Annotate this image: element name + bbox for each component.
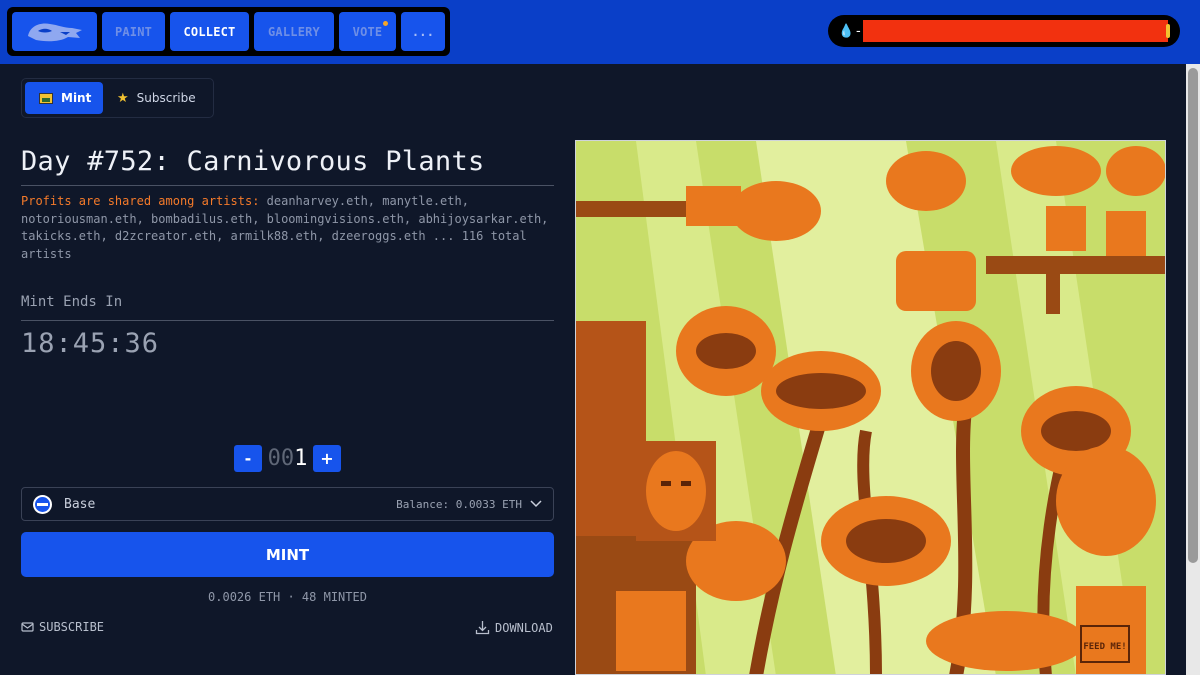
profits-label: Profits are shared among artists: xyxy=(21,194,260,208)
chevron-down-icon xyxy=(530,500,542,508)
star-icon: ★ xyxy=(117,90,129,106)
top-bar: PAINT COLLECT GALLERY VOTE ... 💧 - xyxy=(0,0,1200,64)
quantity-value[interactable]: 001 xyxy=(262,446,313,471)
nav-vote-label: VOTE xyxy=(352,24,383,39)
profits-text: Profits are shared among artists: deanha… xyxy=(21,193,554,264)
artwork-illustration: FEED ME! xyxy=(576,141,1165,674)
tab-mint-label: Mint xyxy=(61,91,92,105)
tab-mint[interactable]: Mint xyxy=(25,82,103,114)
subscribe-link[interactable]: SUBSCRIBE xyxy=(21,620,104,634)
mode-tabs: Mint ★ Subscribe xyxy=(21,78,214,118)
base-network-icon xyxy=(33,494,52,514)
balance-text: Balance: 0.0033 ETH xyxy=(396,498,522,511)
scrollbar-thumb[interactable] xyxy=(1188,68,1198,563)
countdown-timer: 18:45:36 xyxy=(21,328,160,359)
logo-icon xyxy=(27,23,82,41)
network-name: Base xyxy=(64,496,96,512)
mint-button[interactable]: MINT xyxy=(21,532,554,577)
title-divider xyxy=(21,185,554,186)
countdown-divider xyxy=(21,320,554,321)
download-label: DOWNLOAD xyxy=(495,620,553,635)
artwork-sign-text: FEED ME! xyxy=(1083,642,1126,652)
artwork-image[interactable]: FEED ME! xyxy=(575,140,1166,675)
wallet-pill[interactable]: 💧 - xyxy=(828,15,1180,47)
tab-subscribe[interactable]: ★ Subscribe xyxy=(103,82,203,114)
network-select[interactable]: Base Balance: 0.0033 ETH xyxy=(21,487,554,521)
image-icon xyxy=(39,92,53,104)
redacted-address xyxy=(863,20,1168,42)
subscribe-label: SUBSCRIBE xyxy=(39,620,105,634)
nav-paint[interactable]: PAINT xyxy=(102,12,165,51)
download-icon xyxy=(475,621,490,635)
scrollbar[interactable] xyxy=(1186,64,1200,675)
price-and-minted: 0.0026 ETH · 48 MINTED xyxy=(208,590,367,604)
wallet-prefix: - xyxy=(856,23,861,39)
main-nav: PAINT COLLECT GALLERY VOTE ... xyxy=(7,7,450,56)
wallet-indicator-icon xyxy=(1166,24,1170,38)
quantity-stepper: - 001 + xyxy=(234,445,341,472)
nav-more[interactable]: ... xyxy=(401,12,445,51)
mint-ends-label: Mint Ends In xyxy=(21,294,123,310)
drop-icon: 💧 xyxy=(838,23,855,39)
page-title: Day #752: Carnivorous Plants xyxy=(21,146,485,177)
increment-button[interactable]: + xyxy=(313,445,341,472)
tab-subscribe-label: Subscribe xyxy=(136,91,196,105)
notification-dot xyxy=(383,21,388,26)
decrement-button[interactable]: - xyxy=(234,445,262,472)
quantity-number: 1 xyxy=(294,446,308,471)
nav-gallery[interactable]: GALLERY xyxy=(254,12,334,51)
mail-icon xyxy=(21,622,34,632)
download-link[interactable]: DOWNLOAD xyxy=(475,620,553,635)
nav-vote[interactable]: VOTE xyxy=(339,12,396,51)
nav-collect[interactable]: COLLECT xyxy=(170,12,249,51)
quantity-padding: 00 xyxy=(267,446,295,471)
logo-button[interactable] xyxy=(12,12,97,51)
